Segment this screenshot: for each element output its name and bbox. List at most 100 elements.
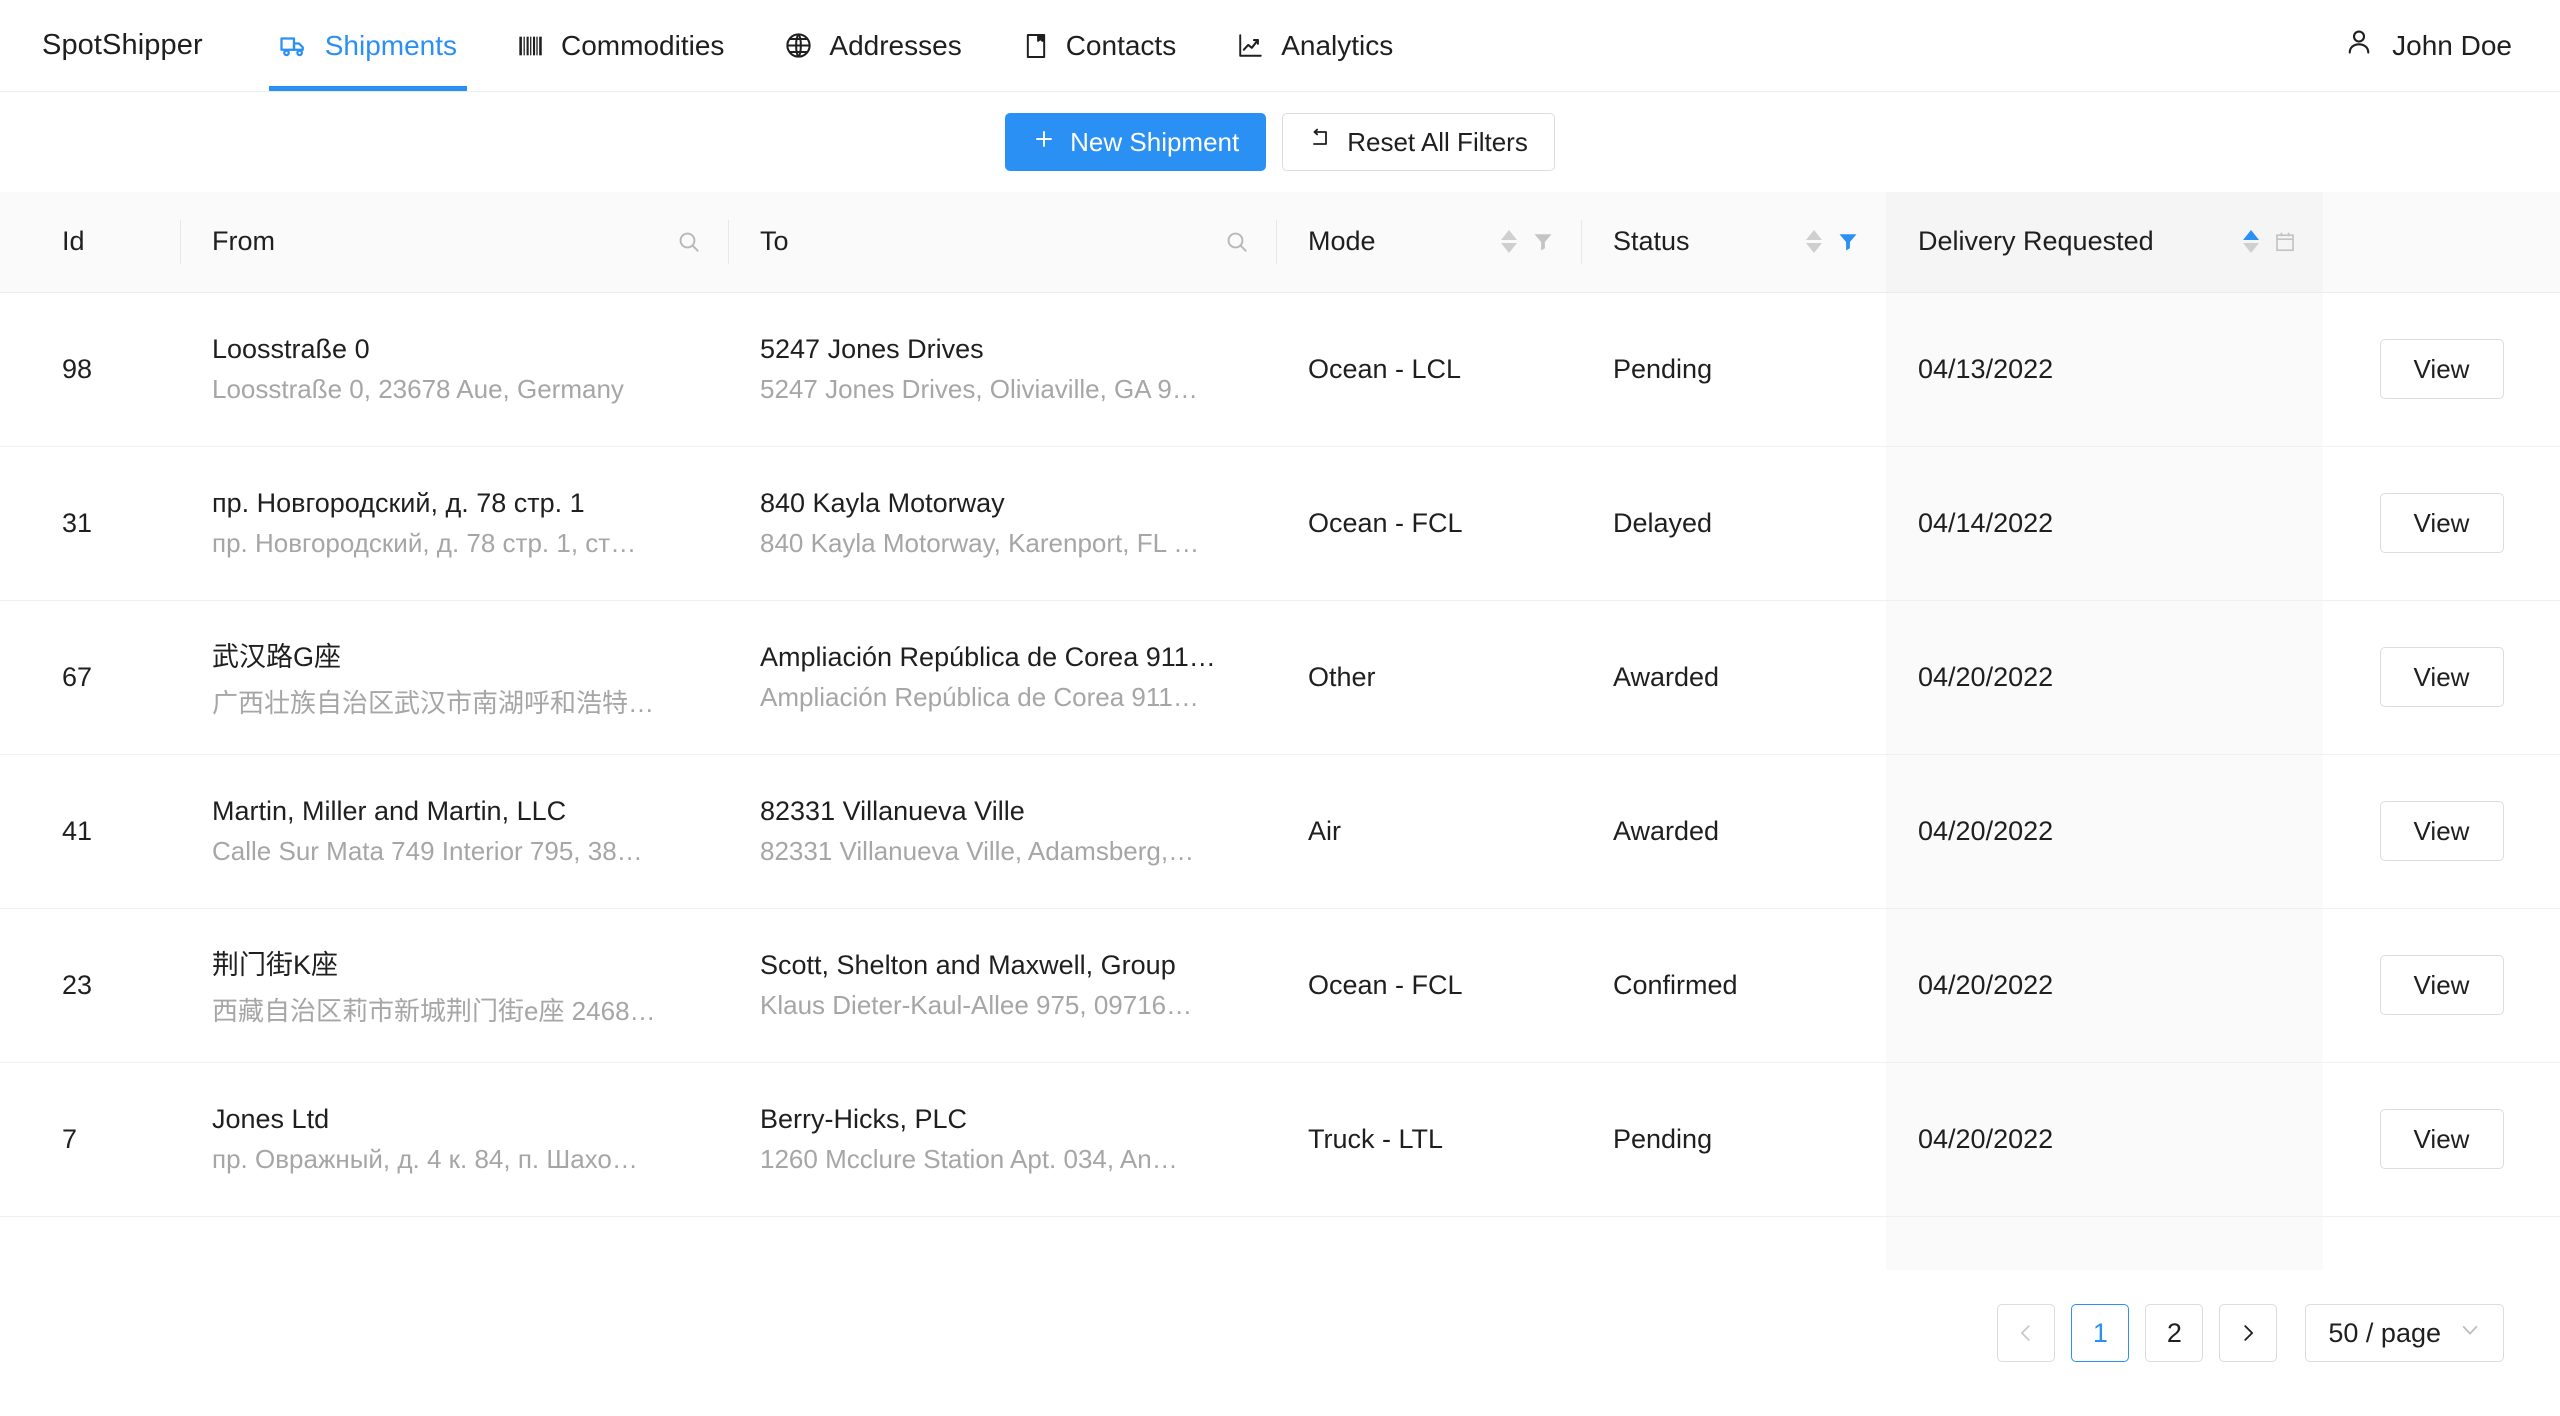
cell-actions: View — [2323, 600, 2560, 755]
top-navigation-bar: SpotShipper Shipments Commodities Addres… — [0, 0, 2560, 92]
search-icon[interactable] — [676, 229, 702, 255]
view-button[interactable]: View — [2379, 647, 2504, 707]
nav-label-contacts: Contacts — [1065, 29, 1177, 61]
column-header-to[interactable]: To — [728, 192, 1276, 293]
cell-mode: Ocean - FCL — [1276, 446, 1581, 601]
user-icon — [2344, 27, 2374, 64]
from-address: 广西壮族自治区武汉市南湖呼和浩特… — [212, 687, 655, 718]
nav-label-addresses: Addresses — [829, 29, 962, 61]
cell-delivery-requested: 04/13/2022 — [1886, 292, 2323, 447]
cell-to: Berry-Hicks, PLC 1260 Mcclure Station Apt… — [728, 1062, 1276, 1217]
new-shipment-button[interactable]: New Shipment — [1005, 113, 1267, 171]
sort-toggle-status[interactable] — [1806, 230, 1822, 254]
table-header: Id From To Mode Status Delivery Requeste… — [0, 192, 2560, 293]
cell-mode: Ocean - FCL — [1276, 908, 1581, 1063]
column-header-delivery-requested[interactable]: Delivery Requested — [1886, 192, 2323, 293]
table-row[interactable]: 7 Jones Ltd пр. Овражный, д. 4 к. 84, п. Ш… — [0, 1062, 2560, 1217]
nav-label-commodities: Commodities — [561, 29, 725, 61]
cell-to: Ampliación República de Corea 911… Amplia… — [728, 600, 1276, 755]
cell-from: 荆门街K座 西藏自治区莉市新城荆门街e座 2468… — [180, 908, 728, 1063]
pagination-prev-button[interactable] — [1997, 1304, 2056, 1362]
from-name: Loosstraße 0 — [212, 333, 370, 364]
cell-to: 840 Kayla Motorway 840 Kayla Motorway, Ka… — [728, 446, 1276, 601]
column-header-from[interactable]: From — [180, 192, 728, 293]
pagination-page-2[interactable]: 2 — [2145, 1304, 2204, 1362]
pagination-next-button[interactable] — [2219, 1304, 2278, 1362]
nav-item-addresses[interactable]: Addresses — [754, 0, 991, 91]
reset-all-filters-label: Reset All Filters — [1347, 126, 1528, 157]
from-name: 武汉路G座 — [212, 641, 342, 672]
to-name: Scott, Shelton and Maxwell, Group — [760, 949, 1176, 980]
cell-status: Pending — [1581, 1062, 1886, 1217]
page-size-label: 50 / page — [2328, 1317, 2441, 1348]
cell-delivery-requested: 04/20/2022 — [1886, 908, 2323, 1063]
nav-item-contacts[interactable]: Contacts — [992, 0, 1207, 91]
cell-actions: View — [2323, 292, 2560, 447]
column-label-delivery-requested: Delivery Requested — [1918, 226, 2154, 257]
reset-icon — [1309, 127, 1333, 158]
column-header-status[interactable]: Status — [1581, 192, 1886, 293]
cell-from: 武汉路G座广西壮族自治区武汉市南湖呼和浩特… — [180, 600, 728, 755]
cell-status: Pending — [1581, 292, 1886, 447]
cell-id: 98 — [0, 292, 180, 447]
column-header-id[interactable]: Id — [0, 192, 180, 293]
to-name: 840 Kayla Motorway — [760, 487, 1005, 518]
calendar-icon[interactable] — [2273, 230, 2297, 254]
view-button[interactable]: View — [2379, 339, 2504, 399]
nav-item-shipments[interactable]: Shipments — [249, 0, 487, 91]
nav-item-analytics[interactable]: Analytics — [1206, 0, 1423, 91]
nav-label-shipments: Shipments — [324, 29, 458, 61]
brand-logo[interactable]: SpotShipper — [0, 0, 203, 91]
cell-delivery-requested: 04/20/2022 — [1886, 1062, 2323, 1217]
view-button[interactable]: View — [2379, 801, 2504, 861]
cell-mode: Ocean - LCL — [1276, 292, 1581, 447]
view-button[interactable]: View — [2379, 493, 2504, 553]
cell-actions: View — [2323, 908, 2560, 1063]
sort-toggle-delivery-requested[interactable] — [2243, 230, 2259, 254]
cell-actions: View — [2323, 446, 2560, 601]
table-toolbar: New Shipment Reset All Filters — [0, 92, 2560, 192]
column-header-mode[interactable]: Mode — [1276, 192, 1581, 293]
to-name: 5247 Jones Drives — [760, 333, 984, 364]
table-body: 98 Loosstraße 0 Loosstraße 0, 23678 Aue, G… — [0, 292, 2560, 1270]
cell-actions: View — [2323, 754, 2560, 909]
from-name: Martin, Miller and Martin, LLC — [212, 795, 567, 826]
view-button[interactable]: View — [2379, 955, 2504, 1015]
cell-to: 82331 Villanueva Ville 82331 Villanueva V… — [728, 754, 1276, 909]
nav-item-commodities[interactable]: Commodities — [487, 0, 754, 91]
search-icon[interactable] — [1224, 229, 1250, 255]
cell-id: 7 — [0, 1062, 180, 1217]
column-header-actions — [2323, 192, 2560, 293]
filter-icon[interactable] — [1531, 230, 1555, 254]
pagination: 1 2 50 / page — [0, 1270, 2560, 1362]
table-row[interactable]: 67 武汉路G座 广西壮族自治区武汉市南湖呼和浩特… Ampliación Repúb… — [0, 600, 2560, 755]
cell-id: 31 — [0, 446, 180, 601]
cell-to: 5247 Jones Drives 5247 Jones Drives, Oliv… — [728, 292, 1276, 447]
column-label-status: Status — [1613, 226, 1690, 257]
table-row[interactable]: 41 Martin, Miller and Martin, LLC Calle Su… — [0, 754, 2560, 909]
from-address: пр. Овражный, д. 4 к. 84, п. Шахо… — [212, 1143, 638, 1174]
user-menu[interactable]: John Doe — [2344, 0, 2560, 91]
page-size-selector[interactable]: 50 / page — [2305, 1304, 2504, 1362]
chart-icon — [1236, 31, 1265, 60]
view-button[interactable]: View — [2379, 1109, 2504, 1169]
shipments-table-container: Id From To Mode Status Delivery Requeste… — [0, 192, 2560, 1270]
sort-toggle-mode[interactable] — [1501, 230, 1517, 254]
cell-delivery-requested: 04/20/2022 — [1886, 754, 2323, 909]
shipments-table: Id From To Mode Status Delivery Requeste… — [0, 192, 2560, 1270]
from-name: Jones Ltd — [212, 1103, 330, 1134]
to-address: 1260 Mcclure Station Apt. 034, An… — [760, 1143, 1178, 1174]
from-address: пр. Новгородский, д. 78 стр. 1, ст… — [212, 527, 637, 558]
table-row[interactable]: 31 пр. Новгородский, д. 78 стр. 1 пр. Новг… — [0, 446, 2560, 601]
from-address: 西藏自治区莉市新城荆门街e座 2468… — [212, 995, 656, 1026]
from-name: пр. Новгородский, д. 78 стр. 1 — [212, 487, 585, 518]
cell-mode: Air — [1276, 754, 1581, 909]
table-row[interactable]: 23 荆门街K座 西藏自治区莉市新城荆门街e座 2468… Scott, Shelto… — [0, 908, 2560, 1063]
new-shipment-label: New Shipment — [1070, 126, 1240, 157]
from-address: Loosstraße 0, 23678 Aue, Germany — [212, 373, 624, 404]
table-row[interactable]: 98 Loosstraße 0 Loosstraße 0, 23678 Aue, G… — [0, 292, 2560, 447]
filter-icon-active[interactable] — [1836, 230, 1860, 254]
reset-all-filters-button[interactable]: Reset All Filters — [1282, 113, 1555, 171]
cell-status: Delayed — [1581, 446, 1886, 601]
pagination-page-1[interactable]: 1 — [2071, 1304, 2130, 1362]
